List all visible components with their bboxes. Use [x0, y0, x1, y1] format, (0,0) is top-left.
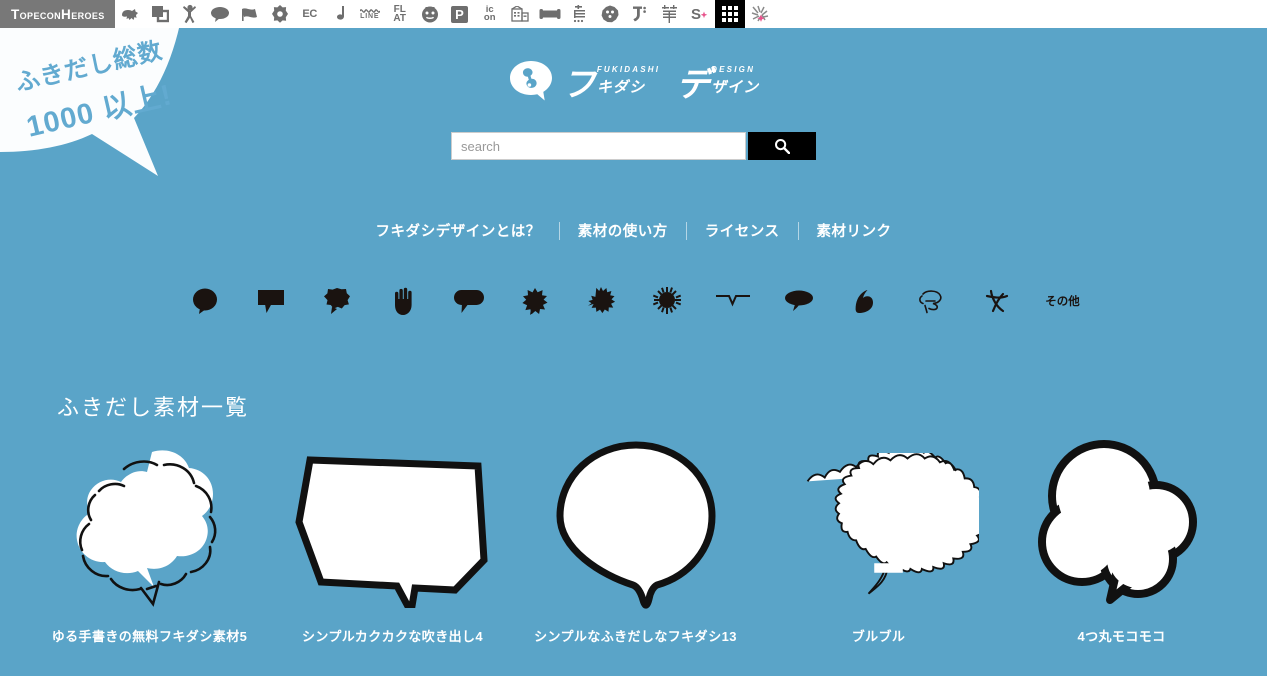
- line-label: LINE: [360, 13, 380, 20]
- sparkle-burst-icon[interactable]: [745, 0, 775, 28]
- person-cheer-icon[interactable]: [175, 0, 205, 28]
- gallery-item[interactable]: 4つ丸モコモコ: [1000, 435, 1243, 645]
- search-icon: [775, 139, 790, 154]
- ec-label: EC: [302, 7, 318, 20]
- brand-badge[interactable]: TopeconHeroes: [0, 0, 115, 28]
- spiky-burst-icon[interactable]: [568, 278, 634, 324]
- gallery-item[interactable]: ブルブル: [757, 435, 1000, 645]
- gallery-item[interactable]: シンプルカクカクな吹き出し4: [271, 435, 514, 645]
- sofa-icon[interactable]: [535, 0, 565, 28]
- parking-p-icon[interactable]: P: [445, 0, 475, 28]
- search-input[interactable]: [451, 132, 746, 160]
- music-note-icon[interactable]: [325, 0, 355, 28]
- hand-drawn-cloud-bubble-thumb[interactable]: [50, 435, 250, 620]
- top-toolbar: TopeconHeroes EC LINE FL AT P ic on S: [0, 0, 1267, 28]
- brush-kanji-icon[interactable]: [655, 0, 685, 28]
- copy-icon[interactable]: [145, 0, 175, 28]
- grid-icon[interactable]: [714, 0, 745, 28]
- cross-mark-icon[interactable]: [964, 278, 1030, 324]
- nav-item-links[interactable]: 素材リンク: [799, 220, 910, 241]
- site-logo[interactable]: フ FUKIDASHI キダシ デ DESIGN ザイン: [508, 56, 759, 106]
- promo-text: ふきだし総数 1000 以上!: [0, 27, 191, 149]
- gallery-item-caption: ブルブル: [851, 629, 906, 644]
- four-circle-fluffy-bubble-thumb[interactable]: [1022, 435, 1222, 620]
- search-button[interactable]: [748, 132, 816, 160]
- icon-icon[interactable]: ic on: [475, 0, 505, 28]
- promo-bubble: ふきだし総数 1000 以上!: [0, 0, 206, 216]
- tail-bubble-icon[interactable]: [766, 278, 832, 324]
- category-icon-row: その他: [0, 278, 1267, 324]
- nav-item-about[interactable]: フキダシデザインとは？: [357, 220, 558, 241]
- gallery-item-caption: シンプルカクカクな吹き出し4: [301, 629, 484, 644]
- logo-romaji-fukidashi: FUKIDASHI: [596, 65, 661, 74]
- gallery-item[interactable]: ゆる手書きの無料フキダシ素材5: [28, 435, 271, 645]
- cloud-bubble-icon[interactable]: [304, 278, 370, 324]
- flag-icon[interactable]: [235, 0, 265, 28]
- svg-text:P: P: [455, 7, 464, 22]
- ec-icon[interactable]: EC: [295, 0, 325, 28]
- oval-bubble-icon[interactable]: [436, 278, 502, 324]
- round-bubble-thumb[interactable]: [536, 435, 736, 620]
- site-logo-container: フ FUKIDASHI キダシ デ DESIGN ザイン: [0, 56, 1267, 106]
- logo-fukidashi-stack: FUKIDASHI キダシ: [597, 65, 660, 97]
- logo-romaji-design: DESIGN: [711, 65, 756, 74]
- line-icon[interactable]: LINE: [355, 0, 385, 28]
- gallery-item-caption: 4つ丸モコモコ: [1077, 629, 1166, 644]
- building-icon[interactable]: [505, 0, 535, 28]
- burst-bubble-icon[interactable]: [502, 278, 568, 324]
- flat-icon[interactable]: FL AT: [385, 0, 415, 28]
- category-other-label[interactable]: その他: [1030, 278, 1096, 324]
- wavy-oval-bubble-thumb[interactable]: [779, 435, 979, 620]
- section-title: ふきだし素材一覧: [57, 395, 250, 420]
- nav-item-license[interactable]: ライセンス: [687, 220, 798, 241]
- s-sparkle-icon[interactable]: S: [685, 0, 715, 28]
- round-bubble-icon[interactable]: [172, 278, 238, 324]
- angular-polygon-bubble-thumb[interactable]: [293, 435, 493, 620]
- sun-burst-icon[interactable]: [634, 278, 700, 324]
- search-row: [0, 132, 1267, 160]
- line-bubble-icon[interactable]: [700, 278, 766, 324]
- material-gallery: ゆる手書きの無料フキダシ素材5 シンプルカクカクな吹き出し4 シンプルなふきだし…: [28, 435, 1243, 645]
- gallery-item-caption: ゆる手書きの無料フキダシ素材5: [51, 629, 248, 644]
- fukidashi-logo-mark: [509, 61, 552, 101]
- speech-bubble-icon[interactable]: [205, 0, 235, 28]
- scribble-bubble-icon[interactable]: [898, 278, 964, 324]
- flat-label-bottom: AT: [393, 13, 407, 24]
- logo-design-stack: DESIGN ザイン: [711, 65, 759, 97]
- rect-bubble-icon[interactable]: [238, 278, 304, 324]
- logo-katakana-de: デ: [676, 65, 710, 104]
- smiley-icon[interactable]: [415, 0, 445, 28]
- icon-label-bottom: on: [483, 12, 496, 23]
- do-katakana-icon[interactable]: [625, 0, 655, 28]
- logo-sub-zain: ザイン: [711, 79, 760, 96]
- gallery-item[interactable]: シンプルなふきだしなフキダシ13: [514, 435, 757, 645]
- polygon-flower-icon[interactable]: [595, 0, 625, 28]
- flower-icon[interactable]: [265, 0, 295, 28]
- gallery-item-caption: シンプルなふきだしなフキダシ13: [534, 629, 737, 644]
- bird-kanji-icon[interactable]: [565, 0, 595, 28]
- hand-icon[interactable]: [370, 278, 436, 324]
- main-nav: フキダシデザインとは？ 素材の使い方 ライセンス 素材リンク: [0, 220, 1267, 241]
- logo-sub-kidashi: キダシ: [596, 79, 646, 96]
- svg-text:S: S: [691, 6, 701, 23]
- thumbs-up-icon[interactable]: [832, 278, 898, 324]
- nav-item-howto[interactable]: 素材の使い方: [560, 220, 686, 241]
- boar-icon[interactable]: [115, 0, 145, 28]
- logo-katakana-fu: フ: [561, 65, 596, 104]
